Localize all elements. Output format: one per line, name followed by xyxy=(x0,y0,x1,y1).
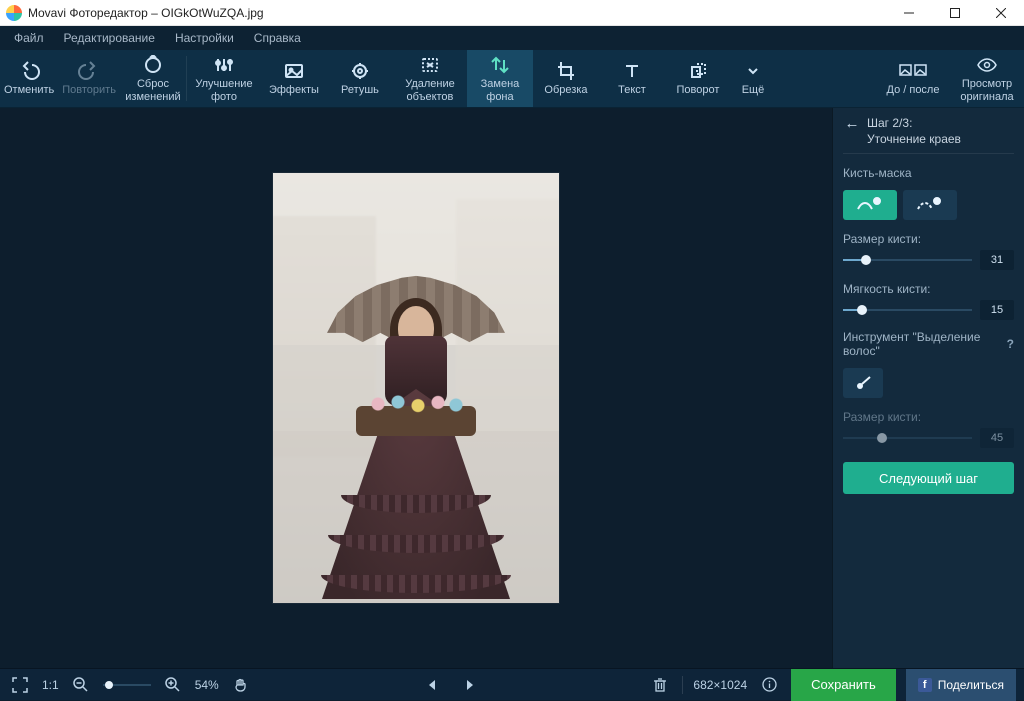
brush-soft-slider[interactable] xyxy=(843,303,972,317)
hair-brush-tool[interactable] xyxy=(843,368,883,398)
bg-replace-button[interactable]: Замена фона xyxy=(467,50,533,107)
image-dimensions: 682×1024 xyxy=(693,678,747,692)
rotate-button[interactable]: Поворот xyxy=(665,50,731,107)
edited-image xyxy=(273,173,559,603)
save-button[interactable]: Сохранить xyxy=(791,669,896,701)
main-area: ← Шаг 2/3: Уточнение краев Кисть-маска Р… xyxy=(0,108,1024,668)
brush-size-block: Размер кисти: 31 xyxy=(843,230,1014,270)
info-button[interactable] xyxy=(757,669,781,701)
effects-button[interactable]: Эффекты xyxy=(261,50,327,107)
back-arrow-icon[interactable]: ← xyxy=(843,116,861,131)
retouch-icon xyxy=(349,60,371,82)
before-after-icon xyxy=(899,60,927,82)
crop-button[interactable]: Обрезка xyxy=(533,50,599,107)
pan-hand-button[interactable] xyxy=(229,669,253,701)
more-button[interactable]: Ещё xyxy=(731,50,775,107)
undo-icon xyxy=(18,60,40,82)
step-header: ← Шаг 2/3: Уточнение краев xyxy=(843,116,1014,154)
chevron-down-icon xyxy=(746,60,760,82)
enhance-icon xyxy=(213,54,235,76)
redo-button[interactable]: Повторить xyxy=(58,50,120,107)
window-minimize-button[interactable] xyxy=(886,0,932,26)
brush-size-value[interactable]: 31 xyxy=(980,250,1014,270)
undo-button[interactable]: Отменить xyxy=(0,50,58,107)
effects-icon xyxy=(283,60,305,82)
hair-brush-size-label: Размер кисти: xyxy=(843,410,1014,424)
share-button[interactable]: f Поделиться xyxy=(906,669,1016,701)
bottom-bar: 1:1 54% 682×1024 Сохранить f Поделиться xyxy=(0,668,1024,700)
step-number: Шаг 2/3: xyxy=(867,116,961,132)
hair-tool-label-row: Инструмент "Выделение волос" ? xyxy=(843,330,1014,358)
canvas[interactable] xyxy=(0,108,832,668)
menu-settings[interactable]: Настройки xyxy=(165,26,244,50)
brush-size-label: Размер кисти: xyxy=(843,232,1014,246)
hair-tool-label: Инструмент "Выделение волос" xyxy=(843,330,1003,358)
next-step-button[interactable]: Следующий шаг xyxy=(843,462,1014,494)
menubar: Файл Редактирование Настройки Справка xyxy=(0,26,1024,50)
step-name: Уточнение краев xyxy=(867,132,961,148)
window-maximize-button[interactable] xyxy=(932,0,978,26)
brush-soft-block: Мягкость кисти: 15 xyxy=(843,280,1014,320)
window-titlebar: Movavi Фоторедактор – OIGkOtWuZQA.jpg xyxy=(0,0,1024,26)
window-close-button[interactable] xyxy=(978,0,1024,26)
window-title: Movavi Фоторедактор – OIGkOtWuZQA.jpg xyxy=(28,6,886,20)
one-to-one-button[interactable]: 1:1 xyxy=(42,678,59,692)
menu-edit[interactable]: Редактирование xyxy=(54,26,165,50)
eye-icon xyxy=(976,54,998,76)
object-removal-button[interactable]: Удаление объектов xyxy=(393,50,467,107)
brush-size-slider[interactable] xyxy=(843,253,972,267)
bg-replace-icon xyxy=(489,54,511,76)
fit-screen-button[interactable] xyxy=(8,669,32,701)
reset-changes-button[interactable]: Сброс изменений xyxy=(120,50,186,107)
hair-brush-size-value: 45 xyxy=(980,428,1014,448)
brush-soft-label: Мягкость кисти: xyxy=(843,282,1014,296)
side-panel: ← Шаг 2/3: Уточнение краев Кисть-маска Р… xyxy=(832,108,1024,668)
brush-mask-label: Кисть-маска xyxy=(843,166,1014,180)
before-after-button[interactable]: До / после xyxy=(876,50,950,107)
redo-icon xyxy=(78,60,100,82)
delete-button[interactable] xyxy=(648,669,672,701)
zoom-out-button[interactable] xyxy=(69,669,93,701)
image-nav xyxy=(420,669,482,701)
facebook-icon: f xyxy=(918,678,932,692)
toolbar: Отменить Повторить Сброс изменений Улучш… xyxy=(0,50,1024,108)
reset-icon xyxy=(142,54,164,76)
zoom-percent: 54% xyxy=(195,678,219,692)
brush-subtract-tool[interactable] xyxy=(903,190,957,220)
hair-brush-size-block: Размер кисти: 45 xyxy=(843,408,1014,448)
text-button[interactable]: Текст xyxy=(599,50,665,107)
text-icon xyxy=(621,60,643,82)
prev-image-button[interactable] xyxy=(420,669,444,701)
brush-mask-tools xyxy=(843,190,1014,220)
object-removal-icon xyxy=(419,54,441,76)
crop-icon xyxy=(555,60,577,82)
rotate-icon xyxy=(687,60,709,82)
view-original-button[interactable]: Просмотр оригинала xyxy=(950,50,1024,107)
hair-brush-size-slider xyxy=(843,431,972,445)
brush-add-tool[interactable] xyxy=(843,190,897,220)
menu-file[interactable]: Файл xyxy=(4,26,54,50)
app-icon xyxy=(6,5,22,21)
next-image-button[interactable] xyxy=(458,669,482,701)
retouch-button[interactable]: Ретушь xyxy=(327,50,393,107)
zoom-in-button[interactable] xyxy=(161,669,185,701)
help-icon[interactable]: ? xyxy=(1007,337,1014,351)
menu-help[interactable]: Справка xyxy=(244,26,311,50)
zoom-slider[interactable] xyxy=(103,678,151,692)
enhance-button[interactable]: Улучшение фото xyxy=(187,50,261,107)
brush-soft-value[interactable]: 15 xyxy=(980,300,1014,320)
